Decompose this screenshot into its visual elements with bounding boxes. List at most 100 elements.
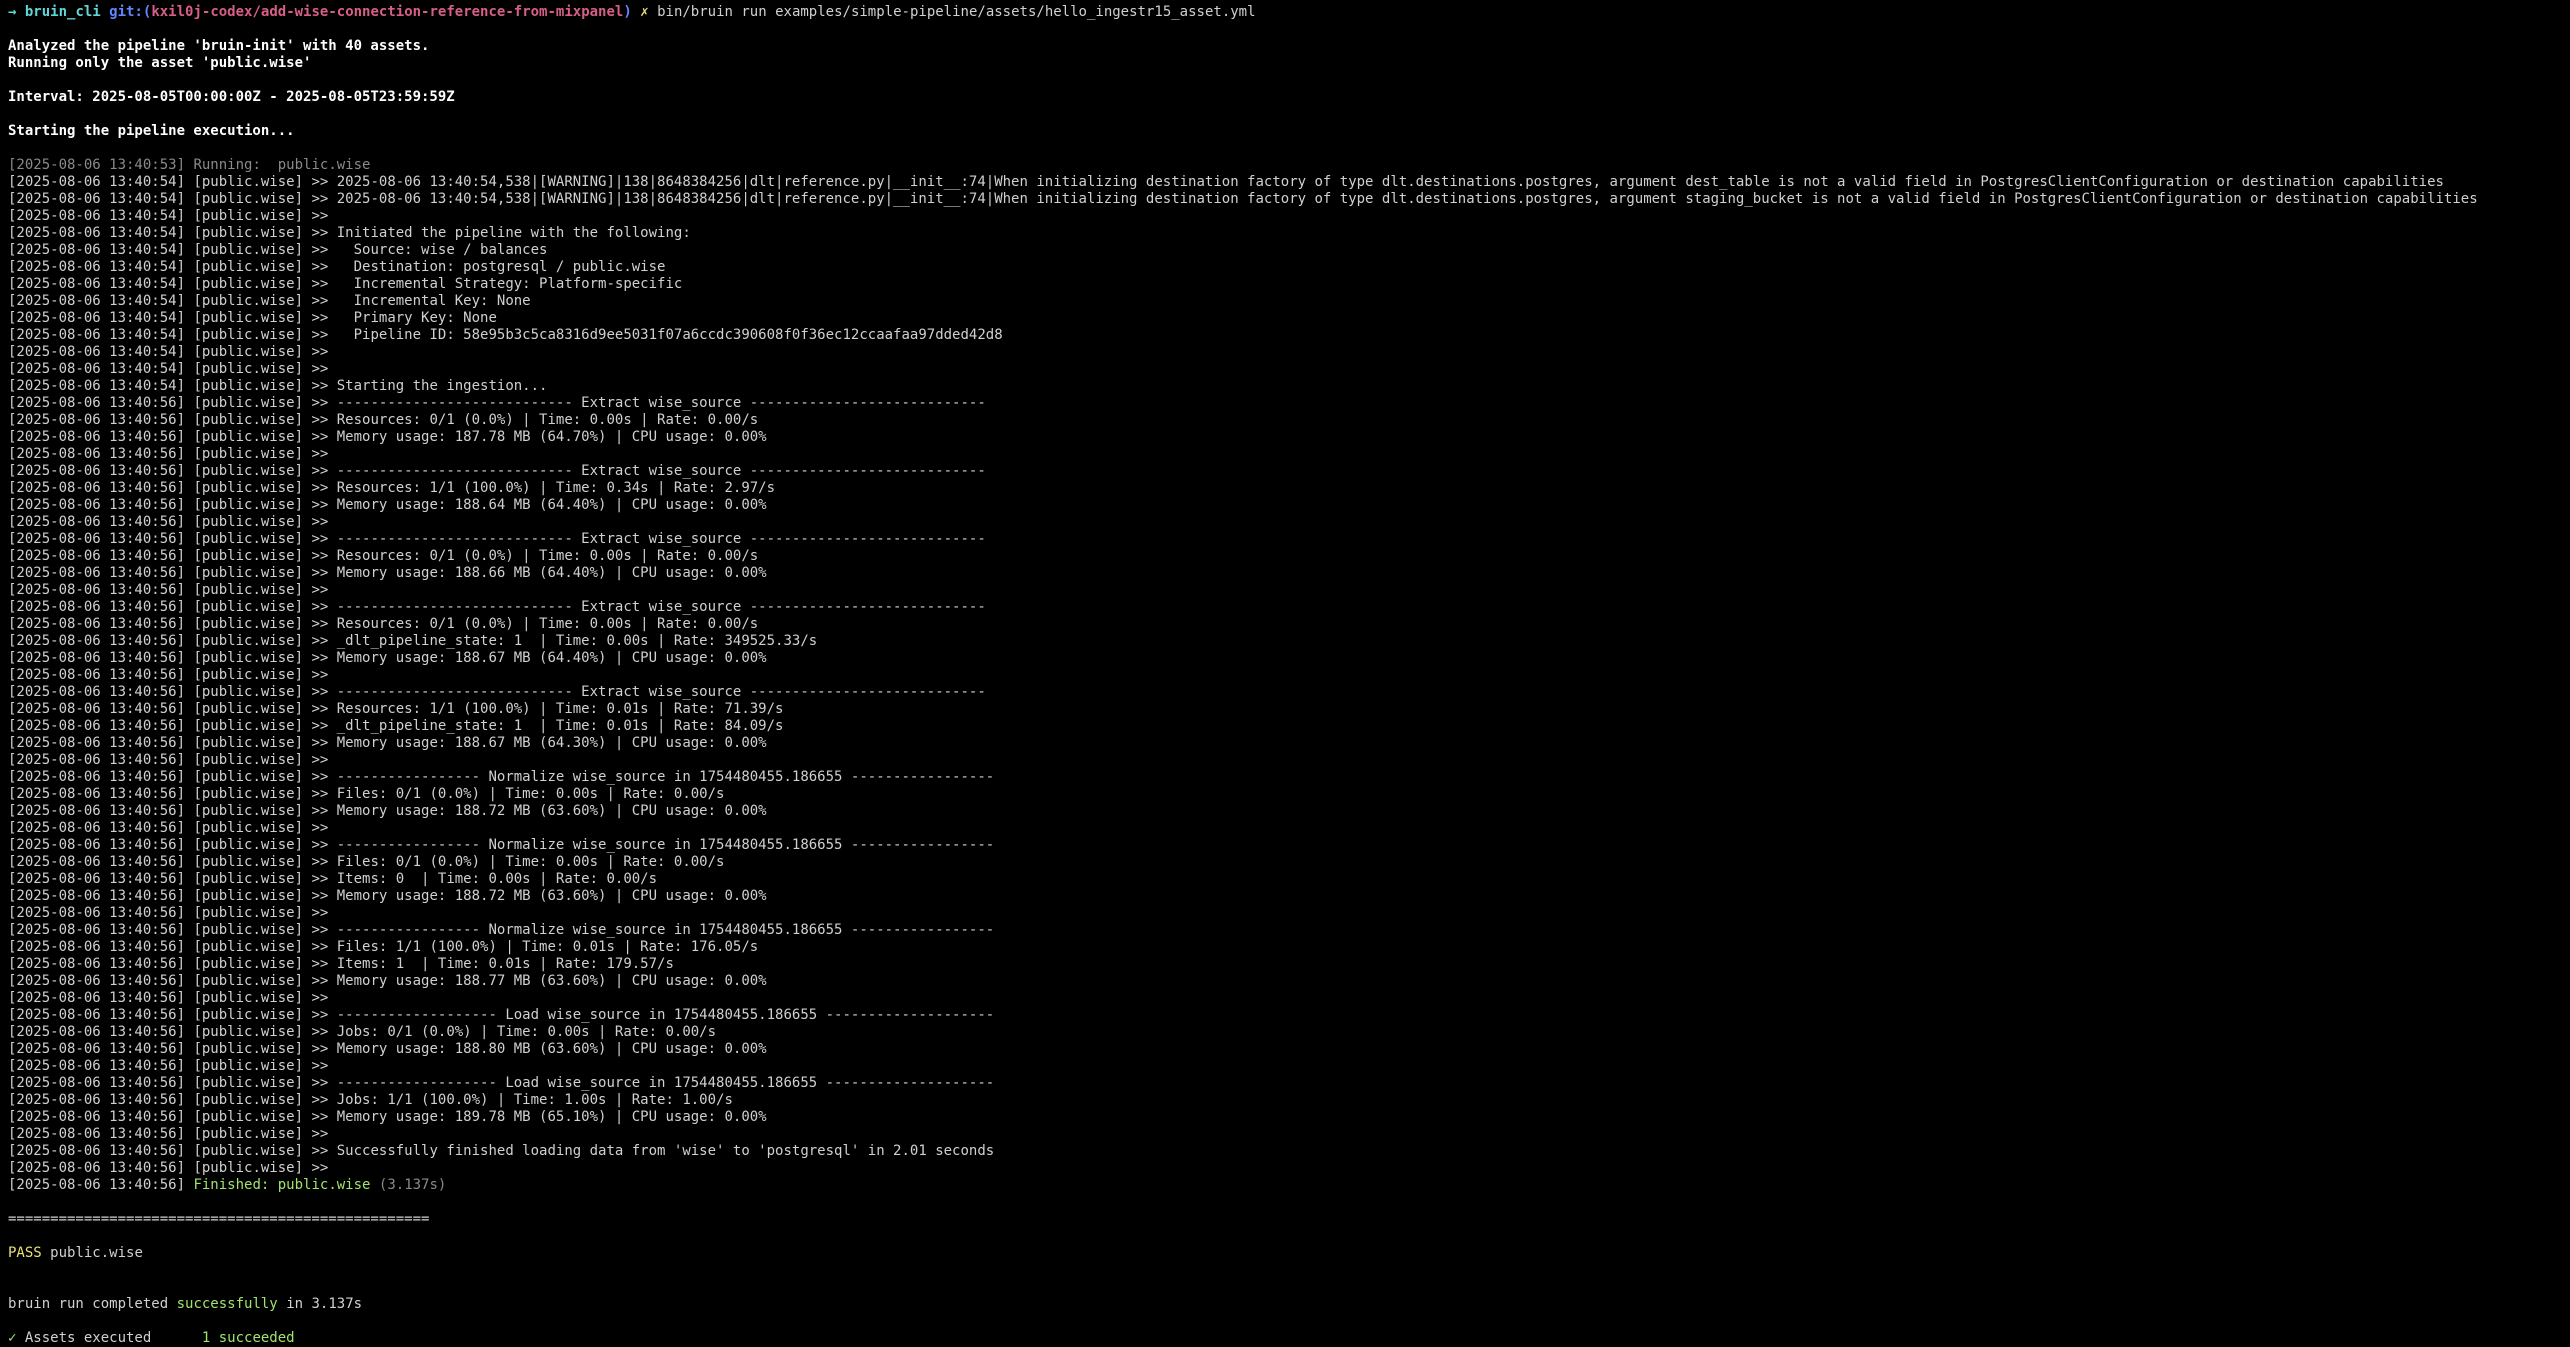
log-message: Resources: 1/1 (100.0%) | Time: 0.34s | … (336, 480, 776, 496)
log-timestamp: [2025-08-06 13:40:56] (8, 616, 186, 632)
log-line: [2025-08-06 13:40:56] [public.wise] >> -… (8, 769, 2562, 786)
log-message: Memory usage: 187.78 MB (64.70%) | CPU u… (336, 429, 767, 445)
log-asset-prefix: [public.wise] >> (193, 803, 329, 819)
log-line: [2025-08-06 13:40:54] [public.wise] >> 2… (8, 191, 2562, 208)
log-timestamp: [2025-08-06 13:40:56] (8, 463, 186, 479)
prompt-arrow: → (8, 4, 17, 20)
log-line: [2025-08-06 13:40:56] [public.wise] >> -… (8, 837, 2562, 854)
log-line: [2025-08-06 13:40:56] [public.wise] >> R… (8, 616, 2562, 633)
pass-status: PASS (8, 1245, 42, 1261)
log-line: [2025-08-06 13:40:56] [public.wise] >> I… (8, 956, 2562, 973)
log-timestamp: [2025-08-06 13:40:56] (8, 803, 186, 819)
git-branch: kxil0j-codex/add-wise-connection-referen… (151, 4, 624, 20)
log-message: Files: 0/1 (0.0%) | Time: 0.00s | Rate: … (336, 854, 725, 870)
log-message: Resources: 0/1 (0.0%) | Time: 0.00s | Ra… (336, 548, 759, 564)
log-timestamp: [2025-08-06 13:40:56] (8, 905, 186, 921)
log-message: Memory usage: 188.66 MB (64.40%) | CPU u… (336, 565, 767, 581)
prompt-line: → bruin_cli git:(kxil0j-codex/add-wise-c… (8, 4, 2562, 21)
dirty-icon: ✗ (640, 4, 649, 20)
log-message: Destination: postgresql / public.wise (336, 259, 666, 275)
log-asset-prefix: [public.wise] >> (193, 310, 329, 326)
log-line: [2025-08-06 13:40:56] [public.wise] >> (8, 752, 2562, 769)
log-message: Memory usage: 188.64 MB (64.40%) | CPU u… (336, 497, 767, 513)
log-timestamp: [2025-08-06 13:40:54] (8, 259, 186, 275)
log-timestamp: [2025-08-06 13:40:56] (8, 922, 186, 938)
log-asset-prefix: [public.wise] >> (193, 1143, 329, 1159)
log-line: [2025-08-06 13:40:56] [public.wise] >> J… (8, 1024, 2562, 1041)
log-line: [2025-08-06 13:40:54] [public.wise] >> 2… (8, 174, 2562, 191)
log-timestamp: [2025-08-06 13:40:56] (8, 480, 186, 496)
log-asset-prefix: [public.wise] >> (193, 242, 329, 258)
log-asset-prefix: [public.wise] >> (193, 463, 329, 479)
log-timestamp: [2025-08-06 13:40:56] (8, 1143, 186, 1159)
log-line: [2025-08-06 13:40:56] [public.wise] >> S… (8, 1143, 2562, 1160)
log-timestamp: [2025-08-06 13:40:56] (8, 667, 186, 683)
log-line: [2025-08-06 13:40:56] [public.wise] >> I… (8, 871, 2562, 888)
log-message: Items: 1 | Time: 0.01s | Rate: 179.57/s (336, 956, 674, 972)
log-asset-prefix: [public.wise] >> (193, 1041, 329, 1057)
assets-executed-value: 1 succeeded (201, 1330, 295, 1346)
log-message: Resources: 0/1 (0.0%) | Time: 0.00s | Ra… (336, 412, 759, 428)
log-timestamp: [2025-08-06 13:40:56] (8, 701, 186, 717)
log-asset-prefix: [public.wise] >> (193, 446, 329, 462)
log-asset-prefix: [public.wise] >> (193, 922, 329, 938)
log-timestamp: [2025-08-06 13:40:54] (8, 174, 186, 190)
log-line: [2025-08-06 13:40:56] [public.wise] >> M… (8, 973, 2562, 990)
log-message: ----------------- Normalize wise_source … (336, 922, 995, 938)
log-asset-prefix: [public.wise] >> (193, 208, 329, 224)
log-asset-prefix: [public.wise] >> (193, 191, 329, 207)
log-line: [2025-08-06 13:40:56] [public.wise] >> F… (8, 786, 2562, 803)
log-timestamp: [2025-08-06 13:40:56] (8, 752, 186, 768)
log-line: [2025-08-06 13:40:56] [public.wise] >> (8, 1058, 2562, 1075)
log-asset-prefix: [public.wise] >> (193, 735, 329, 751)
log-message: ---------------------------- Extract wis… (336, 395, 986, 411)
starting-line: Starting the pipeline execution... (8, 123, 295, 139)
log-message: Memory usage: 188.72 MB (63.60%) | CPU u… (336, 888, 767, 904)
log-message: Primary Key: None (336, 310, 497, 326)
log-timestamp: [2025-08-06 13:40:56] (8, 531, 186, 547)
log-timestamp: [2025-08-06 13:40:56] (8, 973, 186, 989)
log-timestamp: [2025-08-06 13:40:56] (8, 1109, 186, 1125)
log-line: [2025-08-06 13:40:54] [public.wise] >> I… (8, 225, 2562, 242)
log-line: [2025-08-06 13:40:56] [public.wise] >> (8, 905, 2562, 922)
log-message: 2025-08-06 13:40:54,538|[WARNING]|138|86… (336, 174, 2444, 190)
interval-line: Interval: 2025-08-05T00:00:00Z - 2025-08… (8, 89, 455, 105)
log-asset-prefix: [public.wise] >> (193, 1058, 329, 1074)
log-timestamp: [2025-08-06 13:40:56] (8, 837, 186, 853)
log-asset-prefix: [public.wise] >> (193, 497, 329, 513)
log-line: [2025-08-06 13:40:56] [public.wise] >> M… (8, 650, 2562, 667)
log-message: Resources: 1/1 (100.0%) | Time: 0.01s | … (336, 701, 784, 717)
log-timestamp: [2025-08-06 13:40:56] (8, 1041, 186, 1057)
log-line: [2025-08-06 13:40:56] [public.wise] >> (8, 446, 2562, 463)
log-message: 2025-08-06 13:40:54,538|[WARNING]|138|86… (336, 191, 2478, 207)
log-asset-prefix: [public.wise] >> (193, 786, 329, 802)
log-line: [2025-08-06 13:40:56] [public.wise] >> -… (8, 684, 2562, 701)
log-asset-prefix: [public.wise] >> (193, 361, 329, 377)
log-asset-prefix: [public.wise] >> (193, 327, 329, 343)
log-asset-prefix: [public.wise] >> (193, 582, 329, 598)
log-line: [2025-08-06 13:40:54] [public.wise] >> (8, 344, 2562, 361)
log-timestamp: [2025-08-06 13:40:56] (8, 871, 186, 887)
log-asset-prefix: [public.wise] >> (193, 259, 329, 275)
log-line: [2025-08-06 13:40:56] [public.wise] >> -… (8, 1075, 2562, 1092)
log-line: [2025-08-06 13:40:56] [public.wise] >> (8, 1126, 2562, 1143)
running-only-line: Running only the asset 'public.wise' (8, 55, 312, 71)
log-timestamp: [2025-08-06 13:40:56] (8, 582, 186, 598)
log-timestamp: [2025-08-06 13:40:56] (8, 395, 186, 411)
log-asset-prefix: [public.wise] >> (193, 225, 329, 241)
log-line: [2025-08-06 13:40:56] [public.wise] >> M… (8, 1041, 2562, 1058)
log-message: Resources: 0/1 (0.0%) | Time: 0.00s | Ra… (336, 616, 759, 632)
log-timestamp: [2025-08-06 13:40:56] (8, 786, 186, 802)
terminal-window[interactable]: → bruin_cli git:(kxil0j-codex/add-wise-c… (0, 0, 2570, 1346)
log-timestamp: [2025-08-06 13:40:56] (8, 412, 186, 428)
log-timestamp: [2025-08-06 13:40:56] (8, 599, 186, 615)
log-asset-prefix: [public.wise] >> (193, 514, 329, 530)
log-timestamp: [2025-08-06 13:40:56] (8, 820, 186, 836)
log-asset-prefix: [public.wise] >> (193, 633, 329, 649)
log-line: [2025-08-06 13:40:54] [public.wise] >> (8, 208, 2562, 225)
log-timestamp: [2025-08-06 13:40:54] (8, 293, 186, 309)
log-timestamp: [2025-08-06 13:40:56] (8, 1007, 186, 1023)
git-close: ) (623, 4, 632, 20)
log-asset-prefix: [public.wise] >> (193, 599, 329, 615)
log-line: [2025-08-06 13:40:56] [public.wise] >> M… (8, 565, 2562, 582)
